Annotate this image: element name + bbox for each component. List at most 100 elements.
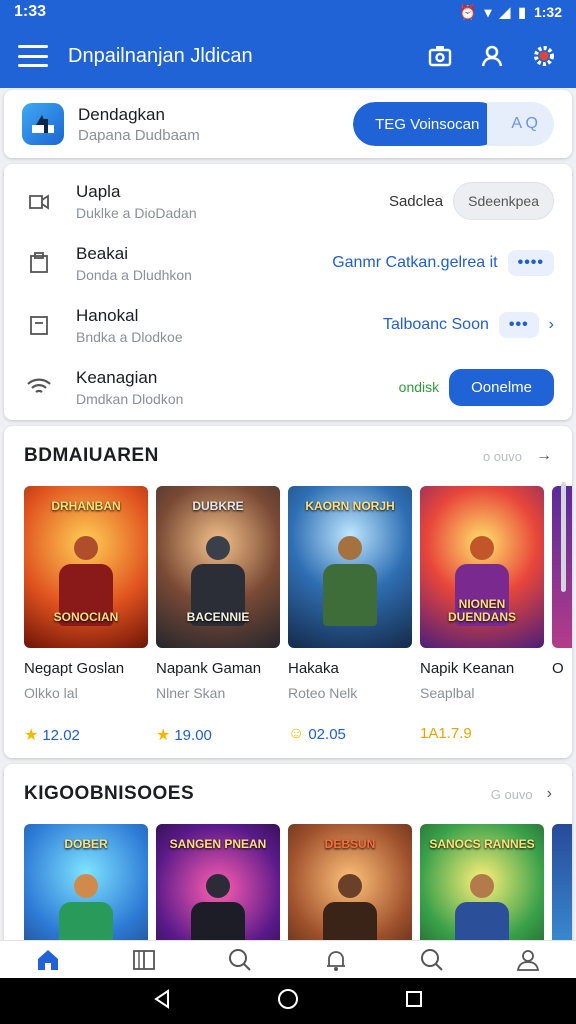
book-icon[interactable]	[129, 945, 159, 975]
settings-row-title: Hanokal	[76, 305, 139, 325]
game-card[interactable]: NIONEN DUENDANS Napik Keanan Seaplbal 1A…	[420, 486, 544, 745]
settings-row-title: Beakai	[76, 243, 128, 263]
folder-icon	[24, 310, 54, 340]
account-title: Dendagkan	[78, 104, 165, 124]
game-card[interactable]: DUBKRE BACENNIE Napank Gaman Nlner Skan …	[156, 486, 280, 745]
account-icon[interactable]	[478, 42, 506, 70]
game-name: Hakaka	[288, 660, 339, 677]
secondary-action-button[interactable]: A Q	[487, 102, 554, 146]
battery-icon: ▮	[518, 3, 526, 20]
profile-icon[interactable]	[513, 945, 543, 975]
section-heading: KIGOOBNISOOES	[24, 783, 195, 804]
rating-value: 12.02	[42, 726, 80, 744]
star-icon: ★	[24, 727, 39, 744]
search-icon[interactable]	[225, 945, 255, 975]
game-rating: ☺ 02.05	[288, 725, 412, 743]
account-card: Dendagkan Dapana Dudbaam TEG Voinsocan A…	[4, 90, 572, 158]
game-rating: 1A1.7.9	[420, 725, 544, 742]
bottom-nav	[0, 940, 576, 978]
cover-title: DEBSUN	[324, 837, 376, 851]
arrow-right-icon: →	[536, 447, 552, 464]
recents-icon[interactable]	[404, 989, 424, 1014]
signal-icon: ◢	[499, 3, 511, 20]
account-subtitle: Dapana Dudbaam	[78, 126, 200, 144]
game-subtitle: Nlner Skan	[156, 685, 226, 701]
see-more-link[interactable]: o ouvo →	[483, 447, 552, 465]
home-circle-icon[interactable]	[277, 988, 299, 1015]
game-card[interactable]: KAORN NORJH Hakaka Roteo Nelk ☺ 02.05	[288, 486, 412, 745]
settings-icon[interactable]	[530, 42, 558, 70]
rating-value: 19.00	[174, 726, 212, 744]
home-icon[interactable]	[33, 945, 63, 975]
status-bar: 1:33 ⏰ ▾ ◢ ▮ 1:32	[0, 0, 576, 24]
settings-row[interactable]: Keanagian Dmdkan Dlodkon ondisk Oonelme	[24, 356, 554, 418]
settings-row-subtitle: Duklke a DioDadan	[76, 204, 197, 221]
settings-row-subtitle: Bndka a Dlodkoe	[76, 328, 183, 345]
cover-subtitle: BACENNIE	[186, 609, 250, 624]
cover-subtitle: NIONEN DUENDANS	[447, 596, 516, 624]
game-subtitle: Olkko lal	[24, 685, 78, 701]
clipboard-icon	[24, 248, 54, 278]
see-more-label: G ouvo	[490, 786, 533, 802]
status-time-left: 1:33	[14, 3, 47, 20]
settings-row-subtitle: Donda a Dludhkon	[76, 266, 192, 283]
more-options-button[interactable]: •••	[498, 312, 539, 338]
cover-title: DRHANBAN	[51, 499, 121, 513]
settings-list: Uapla Duklke a DioDadan Sadclea Sdeenkpe…	[4, 164, 572, 420]
settings-row-value: Sadclea	[388, 192, 444, 210]
game-cover: DRHANBAN SONOCIAN	[24, 486, 148, 648]
game-name: Napik Keanan	[420, 660, 515, 677]
bell-icon[interactable]	[321, 945, 351, 975]
wifi-icon: ▾	[484, 3, 492, 20]
game-cover: NIONEN DUENDANS	[420, 486, 544, 648]
game-cover: DUBKRE BACENNIE	[156, 486, 280, 648]
camera-icon[interactable]	[426, 42, 454, 70]
more-options-button[interactable]: ••••	[507, 250, 554, 276]
app-title: Dnpailnanjan Jldican	[68, 44, 253, 67]
settings-row-chip[interactable]: Sdeenkpea	[453, 182, 554, 220]
settings-row-value: Talboanc Soon	[383, 316, 489, 333]
arrow-right-icon: ›	[546, 785, 552, 802]
menu-icon[interactable]	[18, 45, 48, 67]
see-more-link[interactable]: G ouvo ›	[491, 785, 552, 803]
camera-outline-icon	[24, 186, 54, 216]
settings-row-value: ondisk	[398, 379, 440, 395]
settings-row[interactable]: Hanokal Bndka a Dlodkoe Talboanc Soon ••…	[24, 294, 554, 356]
smile-icon: ☺	[288, 725, 305, 742]
games-section: BDMAIUAREN o ouvo → DRHANBAN SONOCIAN Ne…	[4, 426, 572, 758]
see-more-label: o ouvo	[482, 448, 522, 464]
status-icons: ⏰ ▾ ◢ ▮ 1:32	[459, 4, 562, 21]
alarm-icon: ⏰	[459, 3, 477, 20]
account-action-pill: TEG Voinsocan A Q	[353, 102, 554, 146]
cover-title: DUBKRE	[192, 499, 244, 513]
settings-row[interactable]: Beakai Donda a Dludhkon Ganmr Catkan.gel…	[24, 232, 554, 294]
settings-row-subtitle: Dmdkan Dlodkon	[76, 390, 184, 407]
cover-title: KAORN NORJH	[305, 499, 395, 513]
settings-row-title: Uapla	[76, 181, 121, 201]
chevron-right-icon[interactable]: ›	[549, 316, 554, 334]
cover-title: DOBER	[64, 837, 108, 851]
game-cover: KAORN NORJH	[288, 486, 412, 648]
game-card[interactable]: DRHANBAN SONOCIAN Negapt Goslan Olkko la…	[24, 486, 148, 745]
system-nav-bar	[0, 978, 576, 1024]
games-section: KIGOOBNISOOES G ouvo › DOBER SANGEN PNEA…	[4, 764, 572, 964]
rating-value: 1A1.7.9	[420, 725, 472, 742]
back-icon[interactable]	[152, 988, 172, 1014]
scrollbar[interactable]	[561, 482, 566, 592]
game-name: Napank Gaman	[156, 660, 262, 677]
app-bar: Dnpailnanjan Jldican	[0, 24, 576, 88]
settings-row-title: Keanagian	[76, 367, 158, 387]
primary-action-button[interactable]: TEG Voinsocan	[353, 102, 502, 146]
app-logo-icon	[22, 103, 64, 145]
settings-row[interactable]: Uapla Duklke a DioDadan Sadclea Sdeenkpe…	[24, 170, 554, 232]
settings-row-value: Ganmr Catkan.gelrea it	[332, 254, 498, 271]
game-rating: ★ 12.02	[24, 725, 148, 745]
cover-title: SANGEN PNEAN	[169, 837, 267, 851]
star-icon: ★	[156, 727, 171, 744]
section-heading: BDMAIUAREN	[24, 445, 159, 466]
game-rating: ★ 19.00	[156, 725, 280, 745]
settings-row-button[interactable]: Oonelme	[449, 368, 554, 406]
search-icon[interactable]	[417, 945, 447, 975]
rating-value: 02.05	[308, 725, 346, 743]
game-name: Negapt Goslan	[24, 660, 125, 677]
